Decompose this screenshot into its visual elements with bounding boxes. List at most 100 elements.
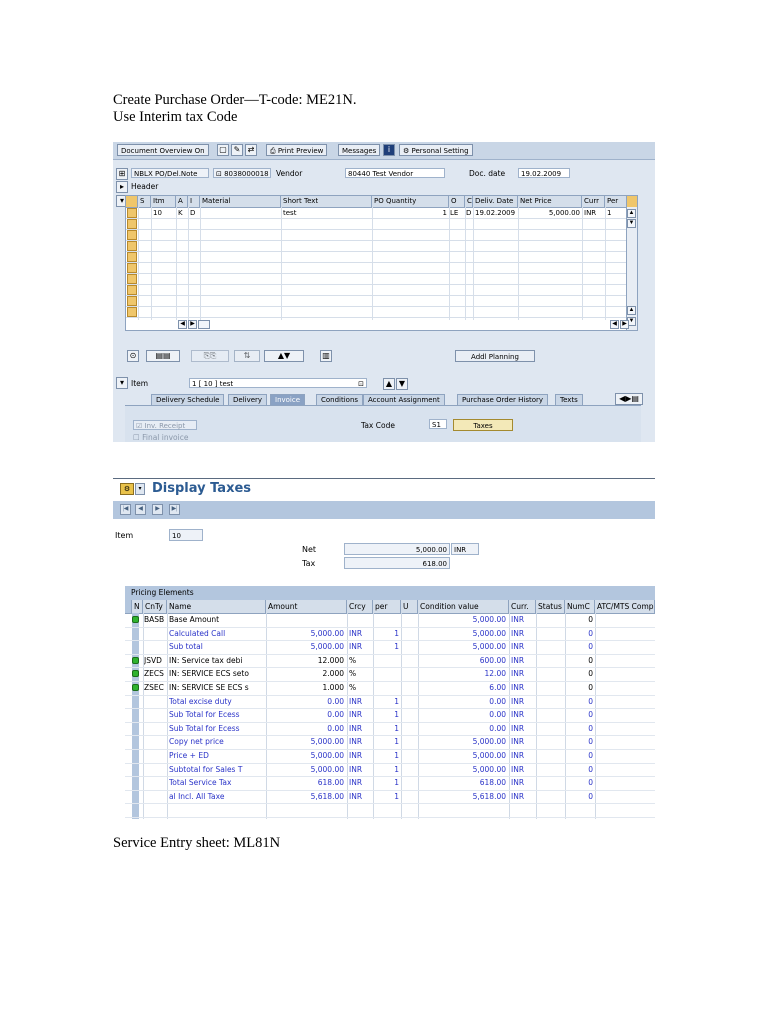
scroll-left-icon[interactable]: ◀ [610,320,619,329]
document-overview-button[interactable]: Document Overview On [117,144,209,156]
cell-per[interactable] [373,613,399,626]
pricing-row[interactable]: Calculated Call 5,000.00 INR 1 5,000.00 INR 0 [125,627,655,642]
cell-curr[interactable]: INR [511,640,535,653]
cell-amount[interactable]: 2.000 [266,667,344,680]
row-selector[interactable] [127,241,137,251]
cell-numc[interactable]: 0 [565,640,593,653]
cell-condition-value[interactable]: 618.00 [418,776,506,789]
cell-curr[interactable]: INR [511,681,535,694]
cell-condition-value[interactable] [418,803,506,816]
cell-c[interactable]: D [466,208,471,218]
cell-condition-value[interactable]: 0.00 [418,708,506,721]
cell-numc[interactable]: 0 [565,654,593,667]
cell-cnty[interactable] [144,803,167,816]
cell-name[interactable]: al Incl. All Taxe [169,790,265,803]
prev-item-icon[interactable]: ▲ [383,378,395,390]
pricing-row[interactable]: Total Service Tax 618.00 INR 1 618.00 INR 0 [125,776,655,791]
cell-cnty[interactable]: JSVD [144,654,167,667]
tab-texts[interactable]: Texts [555,394,583,405]
cell-curr[interactable]: INR [511,613,535,626]
cell-curr[interactable]: INR [511,763,535,776]
cell-crcy[interactable]: INR [349,735,371,748]
select-all-icon[interactable] [126,196,138,207]
cell-numc[interactable]: 0 [565,667,593,680]
horizontal-scroll-thumb[interactable] [198,320,210,329]
cell-curr[interactable]: INR [511,749,535,762]
pricing-row[interactable]: ZECS IN: SERVICE ECS seto 2.000% 12.00 INR 0 [125,667,655,682]
pricing-row[interactable]: ZSEC IN: SERVICE SE ECS s 1.000% 6.00 INR 0 [125,681,655,696]
cell-name[interactable]: Total Service Tax [169,776,265,789]
cell-curr[interactable]: INR [584,208,596,218]
menu-icon[interactable]: ⚙ [120,483,134,495]
cell-deliv-date[interactable]: 19.02.2009 [475,208,515,218]
cell-amount[interactable]: 5,000.00 [266,627,344,640]
pricing-row[interactable]: BASB Base Amount 5,000.00 INR 0 [125,613,655,628]
cell-cnty[interactable]: ZECS [144,667,167,680]
previous-item-icon[interactable]: ◀ [135,504,146,515]
cell-name[interactable]: Total excise duty [169,695,265,708]
cell-cnty[interactable] [144,695,167,708]
cell-curr[interactable]: INR [511,667,535,680]
cell-cnty[interactable] [144,776,167,789]
pricing-row[interactable] [125,803,655,818]
cell-numc[interactable]: 0 [565,627,593,640]
header-label[interactable]: Header [131,182,158,191]
cell-itm[interactable]: 10 [153,208,162,218]
cell-name[interactable]: Copy net price [169,735,265,748]
filter-icon[interactable]: ▲▼ [264,350,304,362]
cell-curr[interactable]: INR [511,790,535,803]
pricing-row[interactable]: JSVD IN: Service tax debi 12.000% 600.00 INR… [125,654,655,669]
cell-per[interactable]: 1 [607,208,611,218]
tax-code-field[interactable]: S1 [429,419,447,429]
row-selector[interactable] [127,230,137,240]
cell-amount[interactable]: 5,000.00 [266,735,344,748]
cell-per[interactable]: 1 [373,776,399,789]
cell-name[interactable]: Calculated Call [169,627,265,640]
cell-numc[interactable]: 0 [565,681,593,694]
cell-numc[interactable]: 0 [565,763,593,776]
cell-per[interactable]: 1 [373,749,399,762]
cell-name[interactable]: Base Amount [169,613,265,626]
cell-per[interactable] [373,803,399,816]
cell-condition-value[interactable]: 6.00 [418,681,506,694]
cell-condition-value[interactable]: 5,000.00 [418,613,506,626]
cell-curr[interactable]: INR [511,654,535,667]
cell-per[interactable]: 1 [373,722,399,735]
cell-per[interactable]: 1 [373,627,399,640]
cell-per[interactable]: 1 [373,763,399,776]
cell-curr[interactable]: INR [511,735,535,748]
pricing-row[interactable]: Total excise duty 0.00 INR 1 0.00 INR 0 [125,695,655,710]
cell-name[interactable]: Sub total [169,640,265,653]
scroll-up-icon[interactable]: ▲ [627,306,636,315]
new-document-icon[interactable]: ▢ [217,144,229,156]
addl-planning-button[interactable]: Addl Planning [455,350,535,362]
row-actions-icon[interactable]: ▤▤ [146,350,180,362]
last-item-icon[interactable]: ▶| [169,504,180,515]
cell-numc[interactable]: 0 [565,613,593,626]
scroll-right-icon[interactable]: ▶ [188,320,197,329]
cell-cnty[interactable]: ZSEC [144,681,167,694]
cell-per[interactable]: 1 [373,790,399,803]
cell-per[interactable] [373,681,399,694]
cell-curr[interactable]: INR [511,627,535,640]
cell-numc[interactable]: 0 [565,790,593,803]
row-selector[interactable] [127,274,137,284]
tab-scroll-icon[interactable]: ◀▶▤ [615,393,643,405]
row-selector[interactable] [127,285,137,295]
cell-name[interactable]: IN: SERVICE SE ECS s [169,681,265,694]
row-selector[interactable] [127,263,137,273]
info-icon[interactable]: i [383,144,395,156]
first-item-icon[interactable]: |◀ [120,504,131,515]
tab-conditions[interactable]: Conditions [316,394,364,405]
cell-amount[interactable]: 5,618.00 [266,790,344,803]
scroll-up-icon[interactable]: ▲ [627,209,636,218]
cell-name[interactable] [169,803,265,816]
cell-po-quantity[interactable]: 1 [374,208,447,218]
pricing-row[interactable]: al Incl. All Taxe 5,618.00 INR 1 5,618.00 INR… [125,790,655,805]
cell-cnty[interactable]: BASB [144,613,167,626]
cell-item-category[interactable]: D [190,208,195,218]
cell-cnty[interactable] [144,763,167,776]
row-selector[interactable] [127,219,137,229]
cell-name[interactable]: Subtotal for Sales T [169,763,265,776]
next-item-icon[interactable]: ▶ [152,504,163,515]
